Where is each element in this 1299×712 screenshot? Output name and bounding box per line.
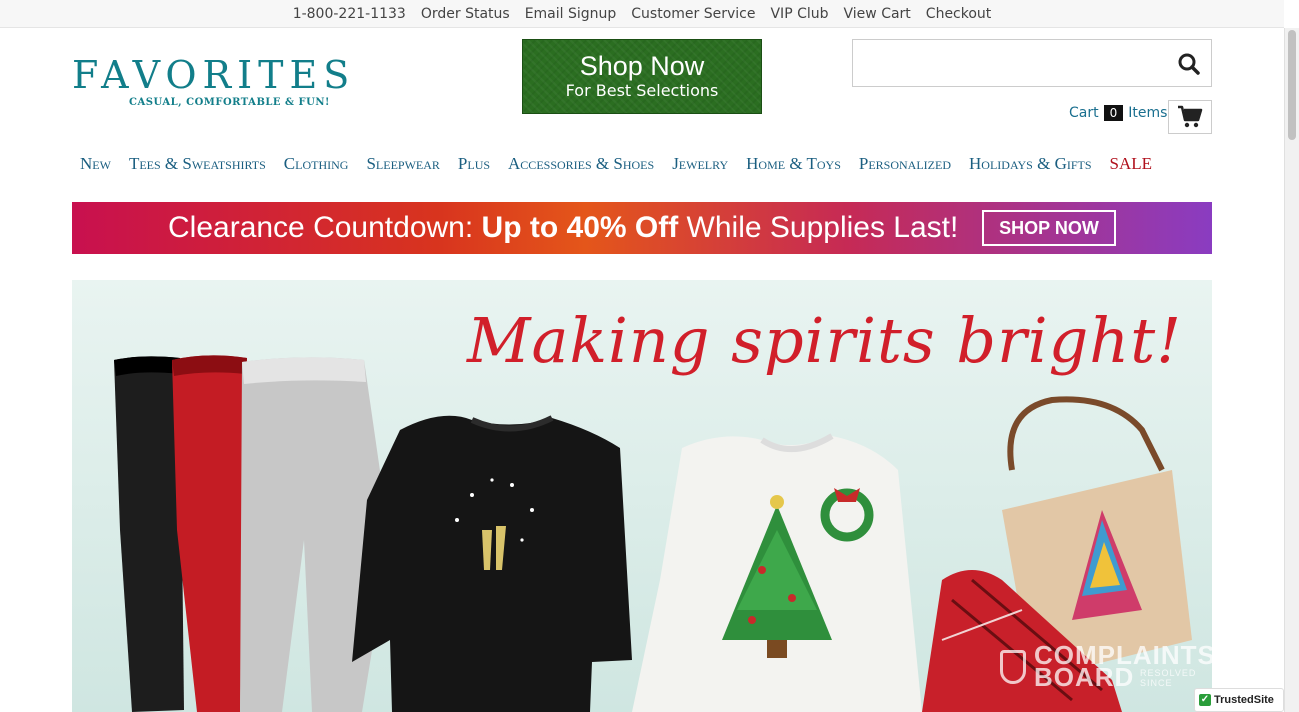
nav-item-sale[interactable]: SALE: [1110, 154, 1153, 174]
trustedsite-badge[interactable]: ✓ TrustedSite: [1194, 688, 1284, 712]
nav-item-holidays-gifts[interactable]: Holidays & Gifts: [969, 154, 1092, 174]
clearance-banner[interactable]: Clearance Countdown: Up to 40% Off While…: [72, 202, 1212, 254]
cart-count-badge: 0: [1103, 105, 1124, 121]
search-box: [852, 39, 1212, 87]
view-cart-link[interactable]: View Cart: [844, 6, 911, 22]
clearance-discount: Up to 40% Off: [481, 211, 679, 244]
top-utility-bar: 1-800-221-1133 Order Status Email Signup…: [0, 0, 1284, 28]
scrollbar-thumb[interactable]: [1288, 30, 1296, 140]
hero-banner[interactable]: Making spirits bright! COMPLAINTS BOARD …: [72, 280, 1212, 712]
christmas-tree-sweatshirt: [632, 433, 922, 712]
cart-summary[interactable]: Cart 0 Items: [1069, 105, 1167, 121]
phone-link[interactable]: 1-800-221-1133: [293, 6, 406, 22]
nav-item-plus[interactable]: Plus: [458, 154, 490, 174]
black-champagne-top: [352, 415, 632, 712]
logo-tagline: CASUAL, COMFORTABLE & FUN!: [129, 97, 330, 108]
shop-now-promo[interactable]: Shop Now For Best Selections: [522, 39, 762, 114]
nav-item-clothing[interactable]: Clothing: [284, 154, 349, 174]
clearance-text-tail: While Supplies Last!: [678, 211, 959, 244]
clearance-text: Clearance Countdown: Up to 40% Off While…: [168, 211, 958, 245]
cart-label: Cart: [1069, 105, 1099, 121]
search-input[interactable]: [853, 40, 1163, 86]
favorites-logo[interactable]: FAVORITES CASUAL, COMFORTABLE & FUN!: [72, 56, 352, 112]
complaints-board-watermark: COMPLAINTS BOARD RESOLVED SINCE: [1000, 642, 1212, 690]
clearance-shop-now-button[interactable]: SHOP NOW: [982, 210, 1116, 246]
watermark-sub: RESOLVED SINCE: [1140, 668, 1197, 688]
logo-wordmark: FAVORITES: [72, 53, 356, 97]
email-signup-link[interactable]: Email Signup: [525, 6, 617, 22]
promo-headline: Shop Now: [579, 51, 705, 81]
trustedsite-label: TrustedSite: [1214, 694, 1274, 706]
nav-item-accessories-shoes[interactable]: Accessories & Shoes: [508, 154, 654, 174]
cart-items-label: Items: [1128, 105, 1168, 121]
customer-service-link[interactable]: Customer Service: [631, 6, 755, 22]
search-icon[interactable]: [1177, 52, 1201, 76]
nav-item-jewelry[interactable]: Jewelry: [672, 154, 728, 174]
nav-item-tees-sweatshirts[interactable]: Tees & Sweatshirts: [129, 154, 266, 174]
nav-item-personalized[interactable]: Personalized: [859, 154, 951, 174]
cart-button[interactable]: [1168, 100, 1212, 134]
main-navigation: New Tees & Sweatshirts Clothing Sleepwea…: [80, 154, 1152, 174]
vip-club-link[interactable]: VIP Club: [770, 6, 828, 22]
clearance-text-lead: Clearance Countdown:: [168, 211, 482, 244]
nav-item-new[interactable]: New: [80, 154, 111, 174]
page-scrollbar[interactable]: [1284, 28, 1299, 712]
checkmark-icon: ✓: [1199, 694, 1211, 706]
nav-item-sleepwear[interactable]: Sleepwear: [366, 154, 439, 174]
shopping-cart-icon: [1178, 105, 1203, 128]
shield-icon: [1000, 650, 1026, 684]
promo-subline: For Best Selections: [565, 81, 719, 100]
checkout-link[interactable]: Checkout: [926, 6, 992, 22]
nav-item-home-toys[interactable]: Home & Toys: [746, 154, 841, 174]
order-status-link[interactable]: Order Status: [421, 6, 510, 22]
